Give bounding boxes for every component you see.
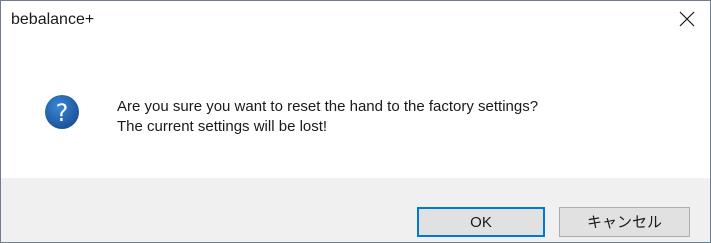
question-icon: ? <box>45 95 79 129</box>
ok-button[interactable]: OK <box>417 207 545 237</box>
button-bar: OK キャンセル <box>1 178 710 242</box>
message-line-1: Are you sure you want to reset the hand … <box>117 98 539 115</box>
dialog-message: Are you sure you want to reset the hand … <box>117 97 538 137</box>
close-button[interactable] <box>664 1 710 37</box>
message-line-2: The current settings will be lost! <box>117 118 328 135</box>
title-bar[interactable]: bebalance+ <box>1 1 710 37</box>
message-dialog: bebalance+ ? Are you sure you want to re… <box>0 0 711 243</box>
close-icon <box>679 11 695 27</box>
dialog-content: ? Are you sure you want to reset the han… <box>1 37 710 178</box>
cancel-button[interactable]: キャンセル <box>559 207 690 237</box>
window-title: bebalance+ <box>11 11 95 28</box>
svg-text:?: ? <box>56 99 69 127</box>
